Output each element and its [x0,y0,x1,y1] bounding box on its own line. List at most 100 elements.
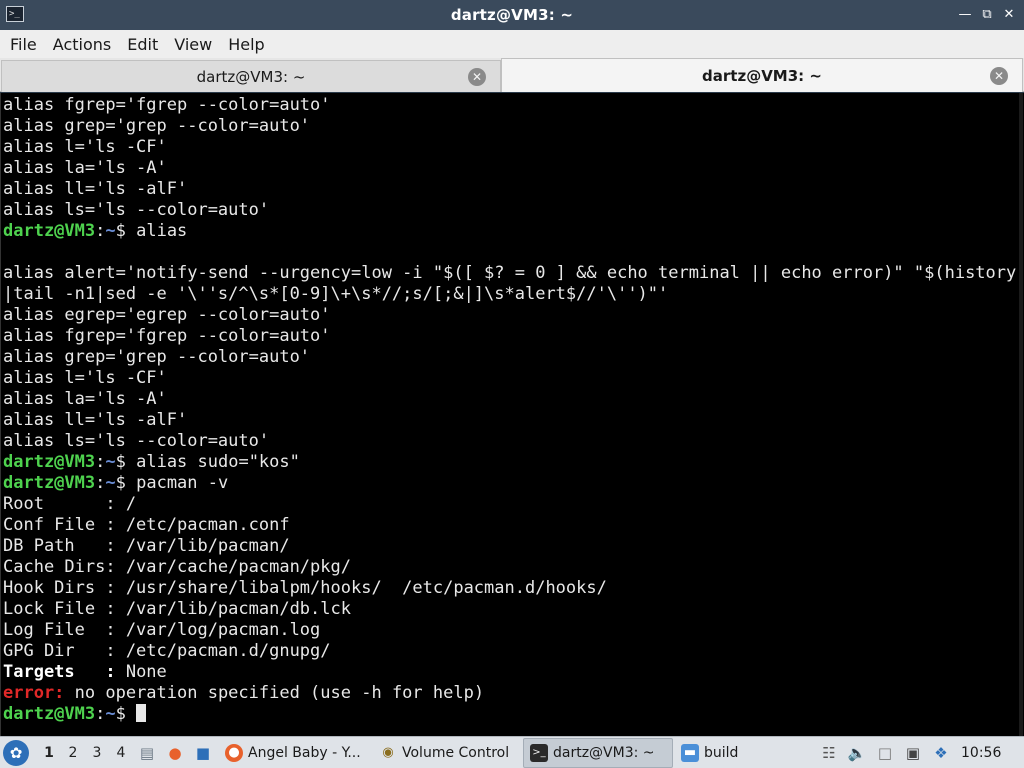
task-folder[interactable]: ▬ build [675,738,815,768]
task-label: Angel Baby - Y... [248,744,361,761]
terminal-line: alias grep='grep --color=auto' [3,347,311,367]
minimize-button[interactable]: — [956,6,974,24]
menu-help[interactable]: Help [220,35,272,54]
network-icon[interactable]: ▣ [902,742,924,764]
tab-1[interactable]: dartz@VM3: ~ ✕ [1,60,501,92]
terminal-line: Lock File : /var/lib/pacman/db.lck [3,599,351,619]
tab-2[interactable]: dartz@VM3: ~ ✕ [501,58,1023,92]
menu-actions[interactable]: Actions [45,35,119,54]
prompt-separator: : [95,221,106,241]
terminal-line: alias la='ls -A' [3,158,167,178]
tab-close-icon[interactable]: ✕ [468,67,486,86]
terminal-line: dartz@VM3:~$ pacman -v [1,473,1024,494]
prompt-separator: : [95,473,106,493]
task-firefox[interactable]: ● Angel Baby - Y... [219,738,371,768]
workspace-1[interactable]: 1 [37,745,61,761]
prompt-dollar: $ [115,473,137,493]
output-label: Targets : [3,662,116,682]
show-desktop-icon[interactable]: ■ [192,742,214,764]
terminal-line: error: no operation specified (use -h fo… [1,683,1024,704]
firefox-launcher-icon[interactable]: ● [164,742,186,764]
bluetooth-icon[interactable]: ❖ [930,742,952,764]
maximize-button[interactable]: ⧉ [978,6,996,24]
menu-file[interactable]: File [2,35,45,54]
terminal-app-icon[interactable]: >_ [6,6,24,22]
terminal-icon: >_ [530,743,548,762]
tab-bar: dartz@VM3: ~ ✕ dartz@VM3: ~ ✕ [0,58,1024,92]
prompt-dollar: $ [115,221,137,241]
volume-icon[interactable]: 🔈 [846,742,868,764]
workspace-4[interactable]: 4 [109,745,133,761]
tab-label: dartz@VM3: ~ [196,67,306,86]
workspace-3[interactable]: 3 [85,745,109,761]
terminal-line: alias la='ls -A' [3,389,167,409]
prompt-user: dartz@VM3 [3,452,96,472]
terminal-line: dartz@VM3:~$ alias [1,221,1024,242]
volume-control-icon: ◉ [382,744,394,760]
terminal-line: alias grep='grep --color=auto' [3,116,311,136]
clock[interactable]: 10:56 [961,745,1001,761]
prompt-path: ~ [105,452,116,472]
start-menu-icon[interactable]: ✿ [3,739,29,766]
window-titlebar[interactable]: >_ dartz@VM3: ~ — ⧉ ✕ [0,0,1024,30]
terminal-line: dartz@VM3:~$ alias sudo="kos" [1,452,1024,473]
folder-icon: ▬ [681,743,699,762]
prompt-user: dartz@VM3 [3,473,96,493]
prompt-user: dartz@VM3 [3,704,96,724]
terminal-scrollbar[interactable] [1019,93,1023,736]
terminal-line: Root : / [3,494,137,514]
output-text: None [115,662,167,682]
terminal-line: Hook Dirs : /usr/share/libalpm/hooks/ /e… [3,578,607,598]
command-text: pacman -v [136,473,229,493]
clipboard-icon[interactable]: ☷ [818,742,840,764]
task-label: dartz@VM3: ~ [553,744,655,761]
terminal-line: alias ls='ls --color=auto' [3,431,270,451]
task-terminal[interactable]: >_ dartz@VM3: ~ [523,737,673,768]
notes-icon[interactable]: □ [874,742,896,764]
tab-close-icon[interactable]: ✕ [990,66,1008,85]
terminal-cursor [136,704,147,722]
terminal-line: alias fgrep='fgrep --color=auto' [3,326,331,346]
prompt-separator: : [95,704,106,724]
prompt-separator: : [95,452,106,472]
menu-edit[interactable]: Edit [119,35,166,54]
terminal-line: alias l='ls -CF' [3,137,167,157]
terminal-line: alias ll='ls -alF' [3,410,188,430]
prompt-path: ~ [105,221,116,241]
terminal-line: DB Path : /var/lib/pacman/ [3,536,290,556]
terminal-output[interactable]: alias fgrep='fgrep --color=auto' alias gr… [0,93,1024,736]
prompt-dollar: $ [115,452,137,472]
workspace-2[interactable]: 2 [61,745,85,761]
tab-label: dartz@VM3: ~ [702,66,822,85]
prompt-user: dartz@VM3 [3,221,96,241]
menu-bar: File Actions Edit View Help [0,30,1024,58]
terminal-line: GPG Dir : /etc/pacman.d/gnupg/ [3,641,331,661]
command-text: alias [136,221,188,241]
terminal-line: Log File : /var/log/pacman.log [3,620,321,640]
prompt-path: ~ [105,473,116,493]
terminal-line: alias ls='ls --color=auto' [3,200,270,220]
terminal-line: |tail -n1|sed -e '\''s/^\s*[0-9]\+\s*//;… [3,284,669,304]
prompt-path: ~ [105,704,116,724]
task-label: Volume Control [402,744,510,761]
command-text: alias sudo="kos" [136,452,300,472]
terminal-line: alias fgrep='fgrep --color=auto' [3,95,331,115]
file-manager-launcher-icon[interactable]: ▤ [136,742,158,764]
terminal-line: Cache Dirs: /var/cache/pacman/pkg/ [3,557,351,577]
terminal-line: alias l='ls -CF' [3,368,167,388]
terminal-line: Conf File : /etc/pacman.conf [3,515,290,535]
window-title: dartz@VM3: ~ [450,6,574,24]
terminal-line: alias alert='notify-send --urgency=low -… [3,263,1017,283]
output-text: no operation specified (use -h for help) [64,683,485,703]
terminal-line: alias egrep='egrep --color=auto' [3,305,331,325]
prompt-dollar: $ [115,704,137,724]
task-volume-control[interactable]: ◉ Volume Control [373,738,521,768]
task-label: build [704,744,739,761]
menu-view[interactable]: View [166,35,220,54]
terminal-line: Targets : None [1,662,1024,683]
close-button[interactable]: ✕ [1000,6,1018,24]
terminal-line: dartz@VM3:~$ [1,704,1024,725]
error-label: error: [3,683,65,703]
firefox-icon: ● [225,743,243,762]
